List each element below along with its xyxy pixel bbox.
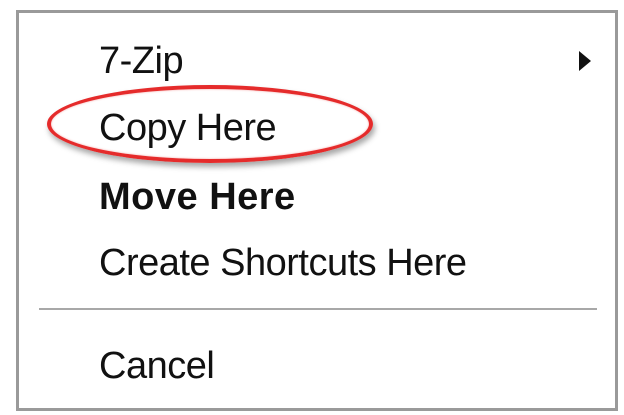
menu-item-label: Cancel xyxy=(99,345,215,387)
menu-item-label: Copy Here xyxy=(99,107,277,149)
menu-item-label: 7-Zip xyxy=(99,40,184,82)
menu-item-7zip[interactable]: 7-Zip xyxy=(19,31,615,91)
chevron-right-icon xyxy=(577,50,593,72)
menu-item-move-here[interactable]: Move Here xyxy=(19,167,615,227)
menu-item-cancel[interactable]: Cancel xyxy=(19,336,615,396)
menu-item-label: Move Here xyxy=(99,176,296,218)
context-menu: 7-Zip Copy Here Move Here Create Shortcu… xyxy=(16,10,618,411)
menu-item-label: Create Shortcuts Here xyxy=(99,242,467,284)
menu-item-copy-here[interactable]: Copy Here xyxy=(19,98,615,158)
menu-item-create-shortcuts-here[interactable]: Create Shortcuts Here xyxy=(19,233,615,293)
menu-separator xyxy=(39,308,597,311)
